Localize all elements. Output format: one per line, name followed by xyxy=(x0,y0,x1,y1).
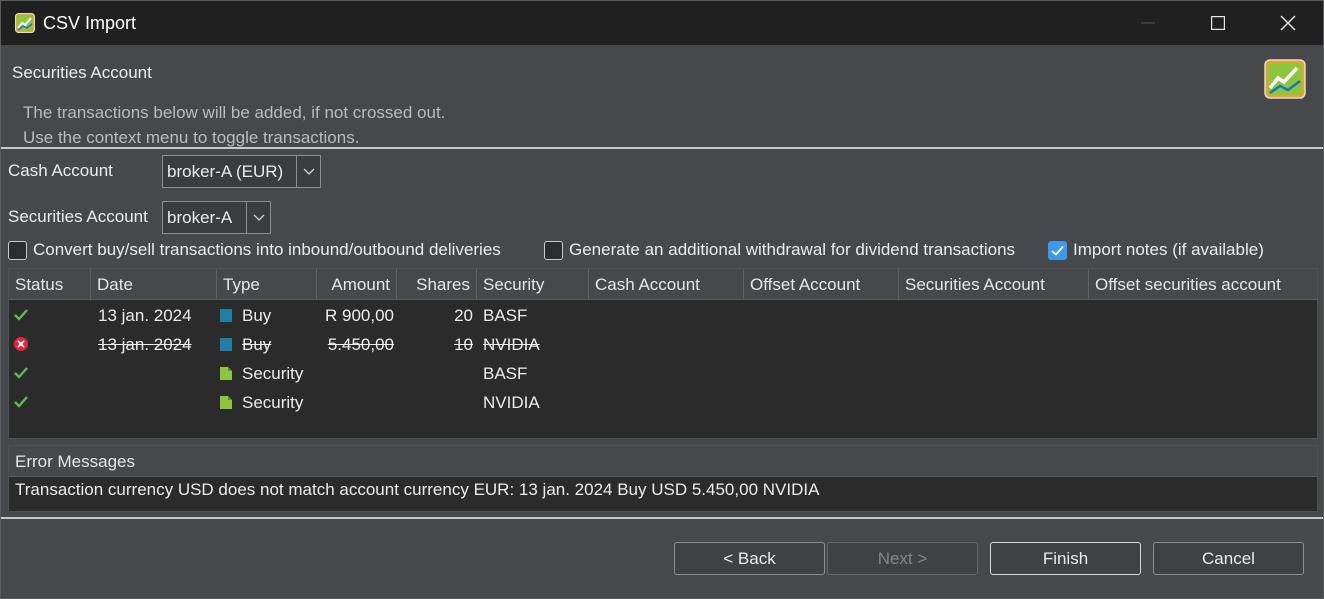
chevron-down-icon xyxy=(296,156,320,187)
type-cell: Security xyxy=(242,393,304,412)
chevron-down-icon xyxy=(246,202,270,233)
checkbox-label: Convert buy/sell transactions into inbou… xyxy=(33,240,501,259)
table-row[interactable]: 13 jan. 2024 Buy 5.450,00 10 NVIDIA xyxy=(9,330,1317,359)
transactions-table[interactable]: Status Date Type Amount Shares Security … xyxy=(8,268,1318,439)
checkmark-icon xyxy=(1051,245,1064,256)
error-message: Transaction currency USD does not match … xyxy=(15,480,820,499)
dividend-withdrawal-checkbox[interactable]: Generate an additional withdrawal for di… xyxy=(544,240,1015,260)
finish-button[interactable]: Finish xyxy=(990,542,1141,575)
title-bar: CSV Import xyxy=(1,1,1323,45)
page-title: Securities Account xyxy=(12,63,152,82)
securities-account-label: Securities Account xyxy=(8,207,148,226)
security-cell: BASF xyxy=(483,306,528,325)
column-header-status[interactable]: Status xyxy=(9,269,91,300)
back-button[interactable]: < Back xyxy=(674,542,825,575)
page-description: The transactions below will be added, if… xyxy=(23,100,445,150)
cash-account-label: Cash Account xyxy=(8,161,113,180)
maximize-button[interactable] xyxy=(1183,1,1253,45)
type-cell: Buy xyxy=(242,335,272,354)
portfolio-logo-icon xyxy=(1264,59,1306,99)
checkmark-icon xyxy=(14,309,28,321)
close-button[interactable] xyxy=(1253,1,1323,45)
column-header-offset-securities-account[interactable]: Offset securities account xyxy=(1089,269,1317,300)
column-header-shares[interactable]: Shares xyxy=(397,269,477,300)
window-title: CSV Import xyxy=(43,13,137,33)
checkbox-box[interactable] xyxy=(8,240,27,260)
error-icon xyxy=(14,337,28,351)
table-header: Status Date Type Amount Shares Security … xyxy=(9,269,1317,300)
next-button[interactable]: Next > xyxy=(827,542,978,575)
securities-account-select[interactable]: broker-A xyxy=(162,201,271,234)
date-cell: 13 jan. 2024 xyxy=(98,306,192,325)
column-header-cash-account[interactable]: Cash Account xyxy=(589,269,744,300)
amount-cell: 5.450,00 xyxy=(327,335,394,354)
securities-account-value: broker-A xyxy=(167,207,233,227)
convert-deliveries-checkbox[interactable]: Convert buy/sell transactions into inbou… xyxy=(8,240,501,260)
column-header-amount[interactable]: Amount xyxy=(317,269,397,300)
checkbox-label: Import notes (if available) xyxy=(1073,240,1264,259)
close-icon xyxy=(1280,15,1296,31)
checkmark-icon xyxy=(14,396,28,408)
checkbox-label: Generate an additional withdrawal for di… xyxy=(569,240,1016,259)
error-messages-panel: Error Messages Transaction currency USD … xyxy=(8,445,1318,512)
buy-icon xyxy=(220,309,232,322)
minimize-button[interactable] xyxy=(1113,1,1183,45)
csv-import-dialog: CSV Import Securities Account The transa… xyxy=(0,0,1324,599)
minimize-icon xyxy=(1141,22,1155,24)
checkbox-box[interactable] xyxy=(544,240,563,260)
import-notes-checkbox[interactable]: Import notes (if available) xyxy=(1048,240,1264,260)
column-header-offset-account[interactable]: Offset Account xyxy=(744,269,899,300)
security-cell: BASF xyxy=(483,364,528,383)
amount-cell: R 900,00 xyxy=(325,306,394,325)
security-cell: NVIDIA xyxy=(483,393,540,412)
buy-icon xyxy=(220,338,232,351)
checkbox-box[interactable] xyxy=(1048,240,1067,260)
column-header-security[interactable]: Security xyxy=(477,269,589,300)
description-line: The transactions below will be added, if… xyxy=(23,103,446,122)
type-cell: Security xyxy=(242,364,304,383)
column-header-type[interactable]: Type xyxy=(217,269,317,300)
app-logo-icon xyxy=(15,13,35,33)
security-icon xyxy=(220,367,232,380)
shares-cell: 10 xyxy=(454,335,473,354)
footer-separator xyxy=(1,517,1323,519)
column-header-securities-account[interactable]: Securities Account xyxy=(899,269,1089,300)
checkmark-icon xyxy=(14,367,28,379)
wizard-header: Securities Account The transactions belo… xyxy=(1,45,1323,147)
error-messages-title: Error Messages xyxy=(9,446,1317,477)
type-cell: Buy xyxy=(242,306,272,325)
table-row[interactable]: 13 jan. 2024 Buy R 900,00 20 BASF xyxy=(9,301,1317,330)
date-cell: 13 jan. 2024 xyxy=(98,335,192,354)
security-cell: NVIDIA xyxy=(483,335,540,354)
cash-account-select[interactable]: broker-A (EUR) xyxy=(162,155,321,188)
cancel-button[interactable]: Cancel xyxy=(1153,542,1304,575)
shares-cell: 20 xyxy=(454,306,473,325)
maximize-icon xyxy=(1211,16,1225,30)
column-header-date[interactable]: Date xyxy=(91,269,217,300)
table-row[interactable]: Security BASF xyxy=(9,359,1317,388)
header-separator xyxy=(1,147,1323,149)
table-row[interactable]: Security NVIDIA xyxy=(9,388,1317,417)
security-icon xyxy=(220,396,232,409)
cash-account-value: broker-A (EUR) xyxy=(167,161,284,181)
